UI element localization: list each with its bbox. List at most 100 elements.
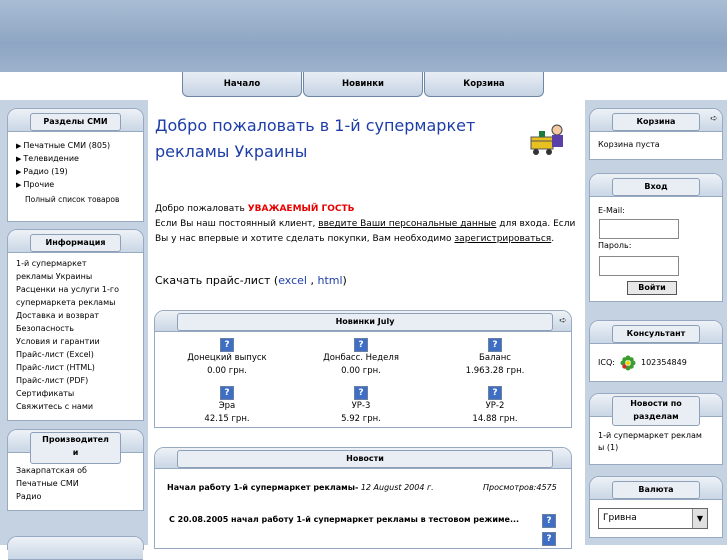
product-item[interactable]: ? Баланс 1.963.28 грн. xyxy=(435,338,555,378)
section-item-other[interactable]: ▶ Прочие xyxy=(16,179,54,191)
price-separator: , xyxy=(306,274,318,287)
price-list-line: Скачать прайс-лист (excel , html) xyxy=(155,274,347,287)
login-button[interactable]: Войти xyxy=(627,281,677,295)
price-suffix: ) xyxy=(342,274,347,287)
price-html-link[interactable]: html xyxy=(317,274,342,287)
arrow-right-icon[interactable]: ➪ xyxy=(557,316,569,326)
product-name: Донецкий выпуск xyxy=(187,353,267,363)
price-excel-link[interactable]: excel xyxy=(278,274,307,287)
register-link[interactable]: зарегистрироваться xyxy=(454,234,551,244)
section-news-line2: ы (1) xyxy=(598,443,619,452)
info-link-pdf[interactable]: Прайс-лист (PDF) xyxy=(16,375,88,387)
info-link-certs[interactable]: Сертификаты xyxy=(16,388,74,400)
login-data-link[interactable]: введите Ваши персональные данные xyxy=(318,219,496,229)
new-products-title: Новинки July xyxy=(177,313,553,331)
section-news-title-line2: разделам xyxy=(633,412,679,421)
triangle-icon: ▶ xyxy=(16,168,22,176)
section-news-title-line1: Новости по xyxy=(630,399,682,408)
product-item[interactable]: ? УР-2 14.88 грн. xyxy=(435,386,555,426)
section-item-label: Радио (19) xyxy=(23,167,68,176)
info-link-excel[interactable]: Прайс-лист (Excel) xyxy=(16,349,94,361)
nav-new-button[interactable]: Новинки xyxy=(303,72,423,97)
info-link-delivery[interactable]: Доставка и возврат xyxy=(16,310,99,322)
info-link-security[interactable]: Безопасность xyxy=(16,323,74,335)
email-field[interactable] xyxy=(599,219,679,239)
welcome-line2: Если Вы наш постоянный клиент, xyxy=(155,219,316,229)
info-link-html[interactable]: Прайс-лист (HTML) xyxy=(16,362,95,374)
page-title-line2: рекламы Украины xyxy=(155,142,308,161)
cart-title: Корзина xyxy=(612,113,700,131)
producer-link-3[interactable]: Радио xyxy=(16,491,41,503)
price-prefix: Скачать прайс-лист ( xyxy=(155,274,279,287)
password-field[interactable] xyxy=(599,256,679,276)
section-item-tv[interactable]: ▶ Телевидение xyxy=(16,153,79,165)
product-name: Донбасс. Неделя xyxy=(323,353,399,363)
section-item-radio[interactable]: ▶ Радио (19) xyxy=(16,166,68,178)
sections-title: Разделы СМИ xyxy=(30,113,121,131)
product-price: 0.00 грн. xyxy=(207,366,247,376)
product-name: Эра xyxy=(218,401,236,411)
currency-select[interactable]: Гривна ▼ xyxy=(598,508,708,529)
product-name: Баланс xyxy=(479,353,511,363)
section-item-label: Телевидение xyxy=(23,154,79,163)
producers-title-line2: и xyxy=(72,448,79,457)
info-link-1b[interactable]: рекламы Украины xyxy=(16,271,92,283)
consultant-title: Консультант xyxy=(612,325,700,343)
news-item-title: Начал работу 1-й супермаркет рекламы- xyxy=(167,483,359,492)
nav-home-button[interactable]: Начало xyxy=(182,72,302,97)
chevron-down-icon[interactable]: ▼ xyxy=(692,509,707,528)
icq-flower-icon xyxy=(620,355,636,371)
consultant-box: Консультант ICQ: 102354849 xyxy=(589,320,723,382)
section-item-label: Печатные СМИ (805) xyxy=(23,141,111,150)
info-box: Информация 1-й супермаркет рекламы Украи… xyxy=(7,229,144,421)
product-item[interactable]: ? Эра 42.15 грн. xyxy=(167,386,287,426)
guest-label: УВАЖАЕМЫЙ ГОСТЬ xyxy=(247,204,355,214)
password-label: Пароль: xyxy=(598,241,632,250)
product-image-icon: ? xyxy=(488,386,502,400)
news-title: Новости xyxy=(177,450,553,468)
producers-title-line1: Производител xyxy=(42,435,109,444)
info-link-2[interactable]: Расценки на услуги 1-го xyxy=(16,284,119,296)
product-price: 1.963.28 грн. xyxy=(465,366,525,376)
login-title: Вход xyxy=(612,178,700,196)
nav-cart-button[interactable]: Корзина xyxy=(424,72,544,97)
news-item[interactable]: Начал работу 1-й супермаркет рекламы- 12… xyxy=(167,482,434,494)
product-image-icon: ? xyxy=(488,338,502,352)
section-news-line1: 1-й супермаркет реклам xyxy=(598,431,702,440)
page-title-line1: Добро пожаловать в 1-й супермаркет xyxy=(155,116,476,135)
news-views: Просмотров:4575 xyxy=(483,483,557,492)
welcome-prefix: Добро пожаловать xyxy=(155,204,245,214)
producers-box: Производител и Закарпатская об Печатные С… xyxy=(7,429,144,511)
cart-box: Корзина ➪ Корзина пуста xyxy=(589,108,723,160)
section-item-print[interactable]: ▶ Печатные СМИ (805) xyxy=(16,140,110,152)
page-title: Добро пожаловать в 1-й супермаркет реклам… xyxy=(155,113,515,165)
news-item-2[interactable]: С 20.08.2005 начал работу 1-й супермарке… xyxy=(169,514,519,526)
left-next-box-header xyxy=(8,537,143,560)
product-name: УР-2 xyxy=(485,401,505,411)
currency-selected: Гривна xyxy=(603,513,637,523)
product-item[interactable]: ? Донбасс. Неделя 0.00 грн. xyxy=(301,338,421,378)
product-image-icon: ? xyxy=(354,338,368,352)
news-image-icon: ? xyxy=(542,532,556,546)
section-news-title: Новости по разделам xyxy=(612,396,700,426)
section-news-link[interactable]: 1-й супермаркет реклам ы (1) xyxy=(598,430,702,454)
info-link-terms[interactable]: Условия и гарантии xyxy=(16,336,100,348)
info-link-contact[interactable]: Свяжитесь с нами xyxy=(16,401,93,413)
info-link-2b[interactable]: супермаркета рекламы xyxy=(16,297,115,309)
producers-title: Производител и xyxy=(30,432,121,464)
product-image-icon: ? xyxy=(220,338,234,352)
welcome-line2-suffix: для входа. Если xyxy=(499,219,576,229)
full-list-link[interactable]: Полный список товаров xyxy=(25,194,119,206)
product-item[interactable]: ? УР-3 5.92 грн. xyxy=(301,386,421,426)
section-item-label: Прочие xyxy=(23,180,55,189)
arrow-right-icon[interactable]: ➪ xyxy=(708,114,720,124)
producer-link-2[interactable]: Печатные СМИ xyxy=(16,478,79,490)
producer-link-1[interactable]: Закарпатская об xyxy=(16,465,87,477)
icq-number[interactable]: 102354849 xyxy=(641,357,687,369)
news-panel: Новости Начал работу 1-й супермаркет рек… xyxy=(154,447,572,549)
icq-label: ICQ: xyxy=(598,358,615,367)
product-price: 5.92 грн. xyxy=(341,414,381,424)
product-item[interactable]: ? Донецкий выпуск 0.00 грн. xyxy=(167,338,287,378)
news-item-date: 12 August 2004 г. xyxy=(360,483,434,492)
info-link-1[interactable]: 1-й супермаркет xyxy=(16,258,87,270)
